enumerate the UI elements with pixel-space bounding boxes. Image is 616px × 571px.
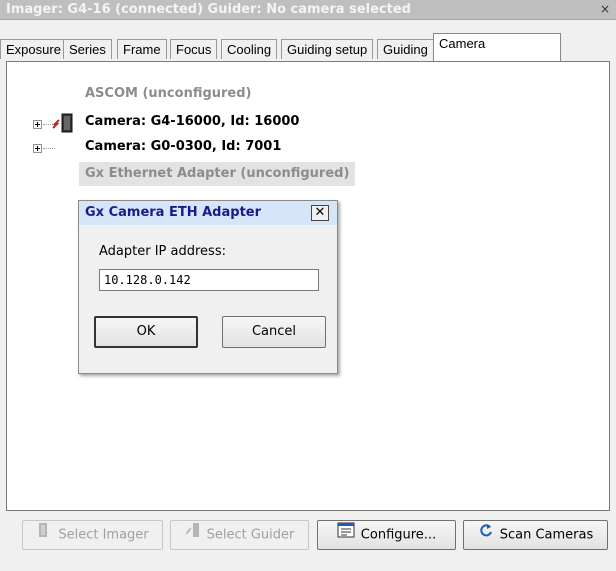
window-close-icon[interactable]: × bbox=[598, 2, 612, 16]
select-guider-button[interactable]: Select Guider bbox=[170, 520, 309, 550]
camera-imager-icon bbox=[36, 521, 52, 549]
ok-button[interactable]: OK bbox=[94, 316, 198, 348]
configure-icon bbox=[337, 521, 355, 549]
tab-strip: Exposure Series Frame Focus Cooling Guid… bbox=[0, 33, 616, 61]
tree-item-camera-g4-16000[interactable]: Camera: G4-16000, Id: 16000 bbox=[85, 114, 299, 129]
scan-cameras-button[interactable]: Scan Cameras bbox=[463, 520, 608, 550]
expand-camera-g0-icon[interactable] bbox=[33, 144, 42, 153]
dialog-title: Gx Camera ETH Adapter bbox=[85, 205, 262, 220]
tab-series[interactable]: Series bbox=[63, 39, 112, 59]
tab-camera[interactable]: Camera bbox=[433, 33, 561, 61]
scan-cameras-label: Scan Cameras bbox=[499, 527, 594, 543]
tree-connector bbox=[43, 148, 55, 150]
tab-guiding-setup[interactable]: Guiding setup bbox=[281, 39, 374, 59]
expand-camera-g4-icon[interactable] bbox=[33, 120, 42, 129]
select-guider-label: Select Guider bbox=[206, 527, 295, 543]
tab-camera-label: Camera bbox=[439, 36, 486, 51]
dialog-close-icon[interactable]: ✕ bbox=[311, 205, 329, 221]
camera-imager-icon bbox=[51, 112, 81, 139]
cancel-button[interactable]: Cancel bbox=[222, 316, 326, 348]
adapter-ip-input[interactable] bbox=[99, 269, 319, 291]
tree-item-gx-ethernet-adapter[interactable]: Gx Ethernet Adapter (unconfigured) bbox=[79, 162, 356, 186]
window-title: Imager: G4-16 (connected) Guider: No cam… bbox=[6, 2, 411, 17]
tree-item-camera-g0-0300[interactable]: Camera: G0-0300, Id: 7001 bbox=[85, 139, 281, 154]
refresh-icon bbox=[478, 521, 494, 549]
dialog-title-bar: Gx Camera ETH Adapter ✕ bbox=[79, 201, 337, 225]
tab-frame[interactable]: Frame bbox=[117, 39, 167, 59]
adapter-ip-label: Adapter IP address: bbox=[99, 244, 226, 259]
gx-camera-eth-adapter-dialog: Gx Camera ETH Adapter ✕ Adapter IP addre… bbox=[78, 200, 338, 374]
select-imager-label: Select Imager bbox=[58, 527, 149, 543]
camera-guider-icon bbox=[185, 521, 201, 549]
tree-item-ascom[interactable]: ASCOM (unconfigured) bbox=[85, 86, 252, 101]
tab-cooling[interactable]: Cooling bbox=[221, 39, 278, 59]
window-title-bar: Imager: G4-16 (connected) Guider: No cam… bbox=[0, 0, 616, 20]
tab-exposure[interactable]: Exposure bbox=[0, 39, 67, 59]
select-imager-button[interactable]: Select Imager bbox=[22, 520, 163, 550]
tab-guiding[interactable]: Guiding bbox=[377, 39, 434, 59]
configure-label: Configure... bbox=[360, 527, 437, 543]
configure-button[interactable]: Configure... bbox=[317, 520, 456, 550]
tab-focus[interactable]: Focus bbox=[170, 39, 218, 59]
